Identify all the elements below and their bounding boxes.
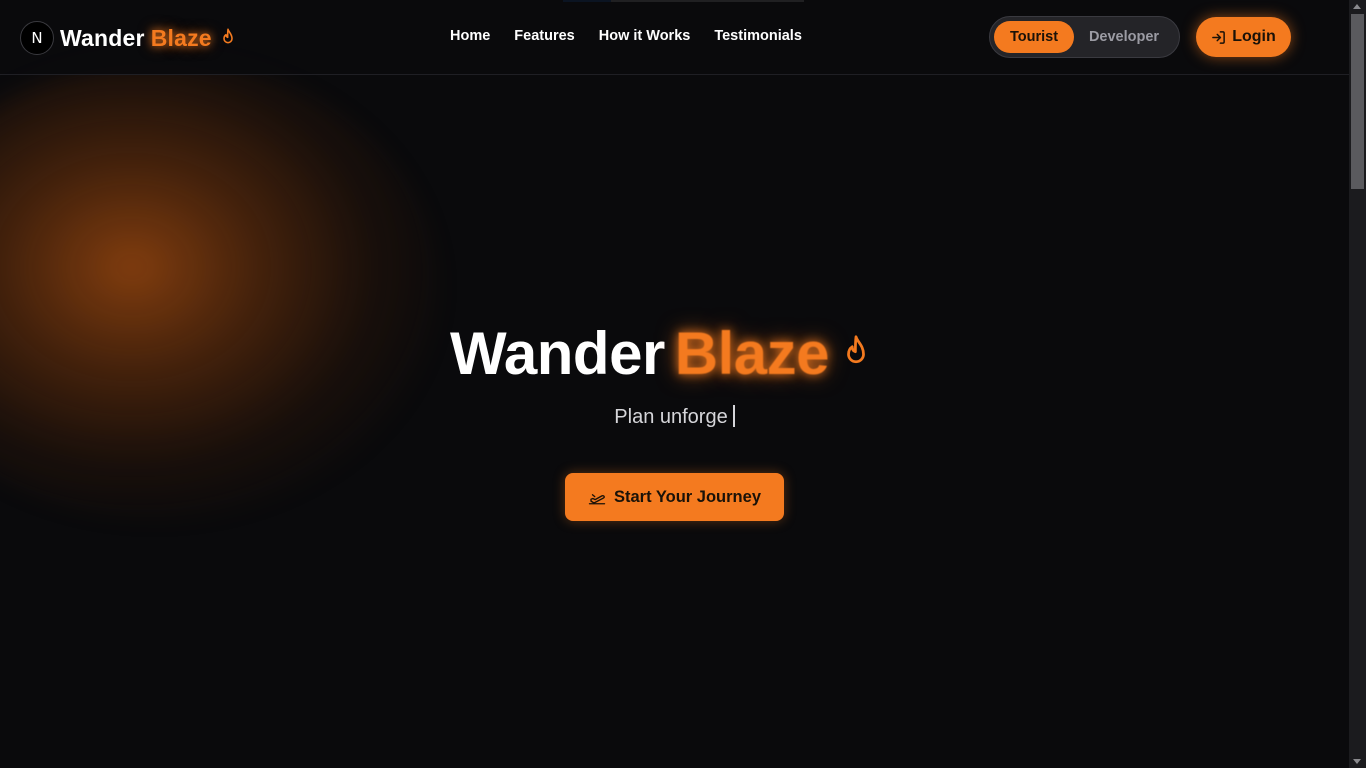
- nav-link-home[interactable]: Home: [450, 28, 490, 44]
- brand-name-primary: Wander: [60, 24, 145, 51]
- role-option-developer[interactable]: Developer: [1074, 21, 1174, 53]
- hero-title-primary: Wander: [450, 319, 665, 387]
- start-journey-label: Start Your Journey: [613, 487, 761, 506]
- typing-caret: [732, 405, 735, 427]
- background-glow: [0, 60, 440, 520]
- hero-title-accent: Blaze: [674, 319, 830, 387]
- site-header: N Wander Blaze Home Features How it Works…: [0, 0, 1349, 75]
- brand-logo[interactable]: N Wander Blaze: [20, 20, 236, 56]
- nav-link-features[interactable]: Features: [514, 28, 574, 44]
- nav-link-testimonials[interactable]: Testimonials: [714, 28, 802, 44]
- nav-link-how-it-works[interactable]: How it Works: [599, 28, 691, 44]
- login-label: Login: [1232, 28, 1276, 45]
- main-nav: Home Features How it Works Testimonials: [450, 28, 802, 44]
- start-journey-button[interactable]: Start Your Journey: [565, 473, 784, 521]
- scroll-up-arrow-icon[interactable]: [1353, 4, 1361, 9]
- flame-icon: [847, 335, 865, 364]
- logo-badge: N: [20, 21, 54, 55]
- hero-title: Wander Blaze: [450, 318, 871, 388]
- brand-name-accent: Blaze: [150, 24, 212, 51]
- role-option-tourist[interactable]: Tourist: [994, 21, 1074, 53]
- scroll-down-arrow-icon[interactable]: [1353, 759, 1361, 764]
- hero-subtitle-text: Plan unforge: [614, 406, 728, 428]
- page: N Wander Blaze Home Features How it Works…: [0, 0, 1366, 768]
- flame-icon: [222, 28, 233, 44]
- hero-typed-subtitle: Plan unforge: [0, 405, 1349, 429]
- page-scrollbar[interactable]: [1349, 0, 1366, 768]
- login-icon: [1212, 30, 1226, 44]
- role-toggle: Tourist Developer: [989, 16, 1180, 58]
- scrollbar-thumb[interactable]: [1351, 14, 1364, 189]
- brand-name: Wander Blaze: [60, 25, 212, 52]
- login-button[interactable]: Login: [1196, 17, 1291, 57]
- plane-departure-icon: [588, 494, 606, 505]
